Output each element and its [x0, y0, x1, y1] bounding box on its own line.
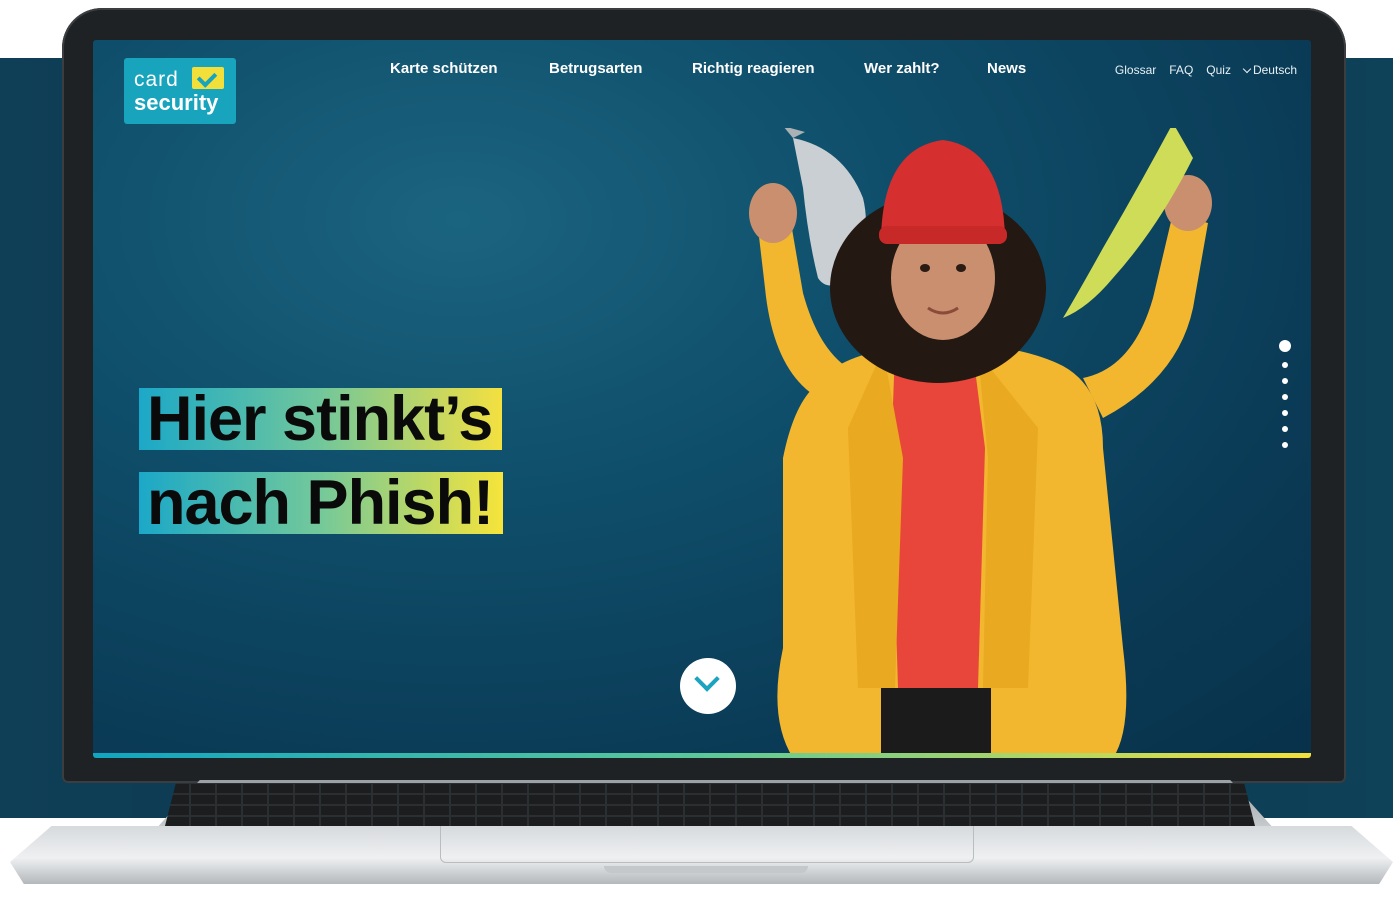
- slide-dot-3[interactable]: [1282, 378, 1288, 384]
- language-selector[interactable]: Deutsch: [1242, 63, 1297, 77]
- laptop-trackpad: [440, 826, 974, 863]
- nav-item-news[interactable]: News: [987, 60, 1026, 77]
- hero-headline-line-1: Hier stinkt’s: [139, 388, 503, 451]
- nav-item-richtig-reagieren[interactable]: Richtig reagieren: [692, 60, 815, 77]
- slide-dot-4[interactable]: [1282, 394, 1288, 400]
- chevron-down-icon: [1242, 64, 1252, 73]
- hero-headline: Hier stinkt’s nach Phish!: [139, 388, 504, 535]
- card-security-logo[interactable]: card security: [124, 58, 236, 124]
- laptop-screen: card security Karte schützen Betrugsarte…: [93, 40, 1311, 758]
- slide-dot-7[interactable]: [1282, 442, 1288, 448]
- language-label: Deutsch: [1252, 63, 1297, 77]
- nav-item-karte-schuetzen[interactable]: Karte schützen: [390, 60, 498, 77]
- nav-item-quiz[interactable]: Quiz: [1206, 63, 1231, 77]
- laptop-keyboard: [165, 783, 1255, 826]
- slide-dot-1[interactable]: [1279, 340, 1291, 352]
- hero-headline-line-2: nach Phish!: [139, 472, 504, 535]
- nav-item-betrugsarten[interactable]: Betrugsarten: [549, 60, 642, 77]
- slide-pagination: [1279, 340, 1291, 448]
- nav-item-glossar[interactable]: Glossar: [1115, 63, 1156, 77]
- secondary-navigation: Glossar FAQ Quiz Deutsch: [1115, 63, 1297, 77]
- slide-dot-2[interactable]: [1282, 362, 1288, 368]
- slide-dot-6[interactable]: [1282, 426, 1288, 432]
- hero-photo-woman-with-fish: [749, 128, 1212, 758]
- checkmark-icon: [192, 67, 224, 89]
- logo-text-card: card: [134, 68, 179, 91]
- slide-dot-5[interactable]: [1282, 410, 1288, 416]
- logo-text-security: security: [134, 90, 219, 115]
- nav-item-faq[interactable]: FAQ: [1169, 63, 1193, 77]
- scroll-down-button[interactable]: [680, 658, 736, 714]
- laptop-notch: [604, 866, 808, 873]
- nav-item-wer-zahlt[interactable]: Wer zahlt?: [864, 60, 940, 77]
- gradient-accent-bar: [93, 753, 1311, 758]
